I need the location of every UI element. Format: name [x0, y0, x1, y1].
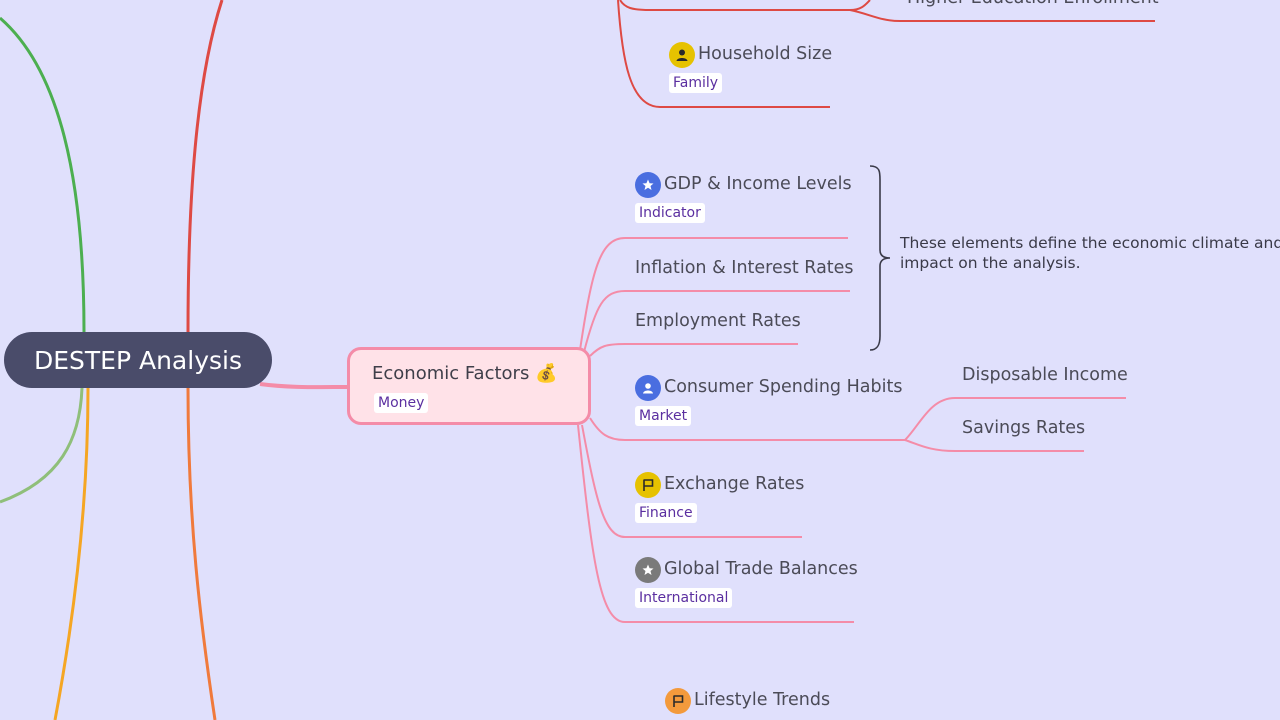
topic-text: Employment Rates — [635, 311, 801, 331]
person-icon — [669, 42, 695, 68]
topic-global-trade[interactable]: Global Trade Balances — [664, 559, 858, 579]
flag-icon — [635, 472, 661, 498]
demographic-branch-line — [186, 0, 224, 333]
topic-label-market: Market — [635, 406, 692, 426]
employment-connector — [589, 343, 798, 357]
topic-savings-rates[interactable]: Savings Rates — [962, 418, 1085, 438]
topic-inflation-interest[interactable]: Inflation & Interest Rates — [635, 258, 854, 278]
topic-consumer-spending[interactable]: Consumer Spending Habits — [664, 377, 902, 397]
summary-bracket — [869, 165, 891, 351]
topic-economic-factors[interactable]: Economic Factors 💰 Money — [347, 347, 591, 425]
topic-disposable-income[interactable]: Disposable Income — [962, 365, 1128, 385]
topic-label-indicator: Indicator — [635, 203, 705, 223]
topic-text: Savings Rates — [962, 418, 1086, 438]
star-icon — [635, 557, 661, 583]
topic-text: Exchange Rates — [664, 474, 805, 494]
savings-connector — [904, 439, 1084, 452]
green-branch-line — [0, 16, 86, 333]
topic-label-family: Family — [669, 73, 723, 93]
topic-label-international: International — [635, 588, 733, 608]
topic-text: Global Trade Balances — [664, 559, 858, 579]
topic-employment-rates[interactable]: Employment Rates — [635, 311, 801, 331]
green-branch-line-lower — [0, 387, 84, 504]
summary-note[interactable]: These elements define the economic clima… — [900, 233, 1280, 273]
topic-higher-education[interactable]: Higher Education Enrollment — [907, 0, 1159, 8]
higher-ed-underline — [849, 9, 1155, 22]
topic-text: GDP & Income Levels — [664, 174, 852, 194]
topic-text: Disposable Income — [962, 365, 1128, 385]
higher-ed-connector — [619, 0, 871, 11]
topic-text: Lifestyle Trends — [694, 690, 831, 710]
central-topic[interactable]: DESTEP Analysis — [4, 332, 272, 388]
topic-gdp-income[interactable]: GDP & Income Levels — [664, 174, 852, 194]
topic-label-finance: Finance — [635, 503, 697, 523]
topic-text: Economic Factors 💰 — [372, 363, 558, 384]
topic-household-size[interactable]: Household Size — [698, 44, 832, 64]
topic-text: Household Size — [698, 44, 833, 64]
star-icon — [635, 172, 661, 198]
topic-text: Inflation & Interest Rates — [635, 258, 854, 278]
central-to-economic-line — [259, 382, 348, 390]
topic-label-money: Money — [374, 393, 429, 413]
central-topic-text: DESTEP Analysis — [33, 345, 242, 375]
topic-lifestyle-trends[interactable]: Lifestyle Trends — [694, 690, 830, 710]
flag-icon — [665, 688, 691, 714]
topic-text: Higher Education Enrollment — [907, 0, 1159, 8]
topic-text: Consumer Spending Habits — [664, 377, 903, 397]
gdp-connector — [579, 237, 848, 351]
topic-exchange-rates[interactable]: Exchange Rates — [664, 474, 804, 494]
person-icon — [635, 375, 661, 401]
orange-branch-line — [186, 387, 217, 720]
